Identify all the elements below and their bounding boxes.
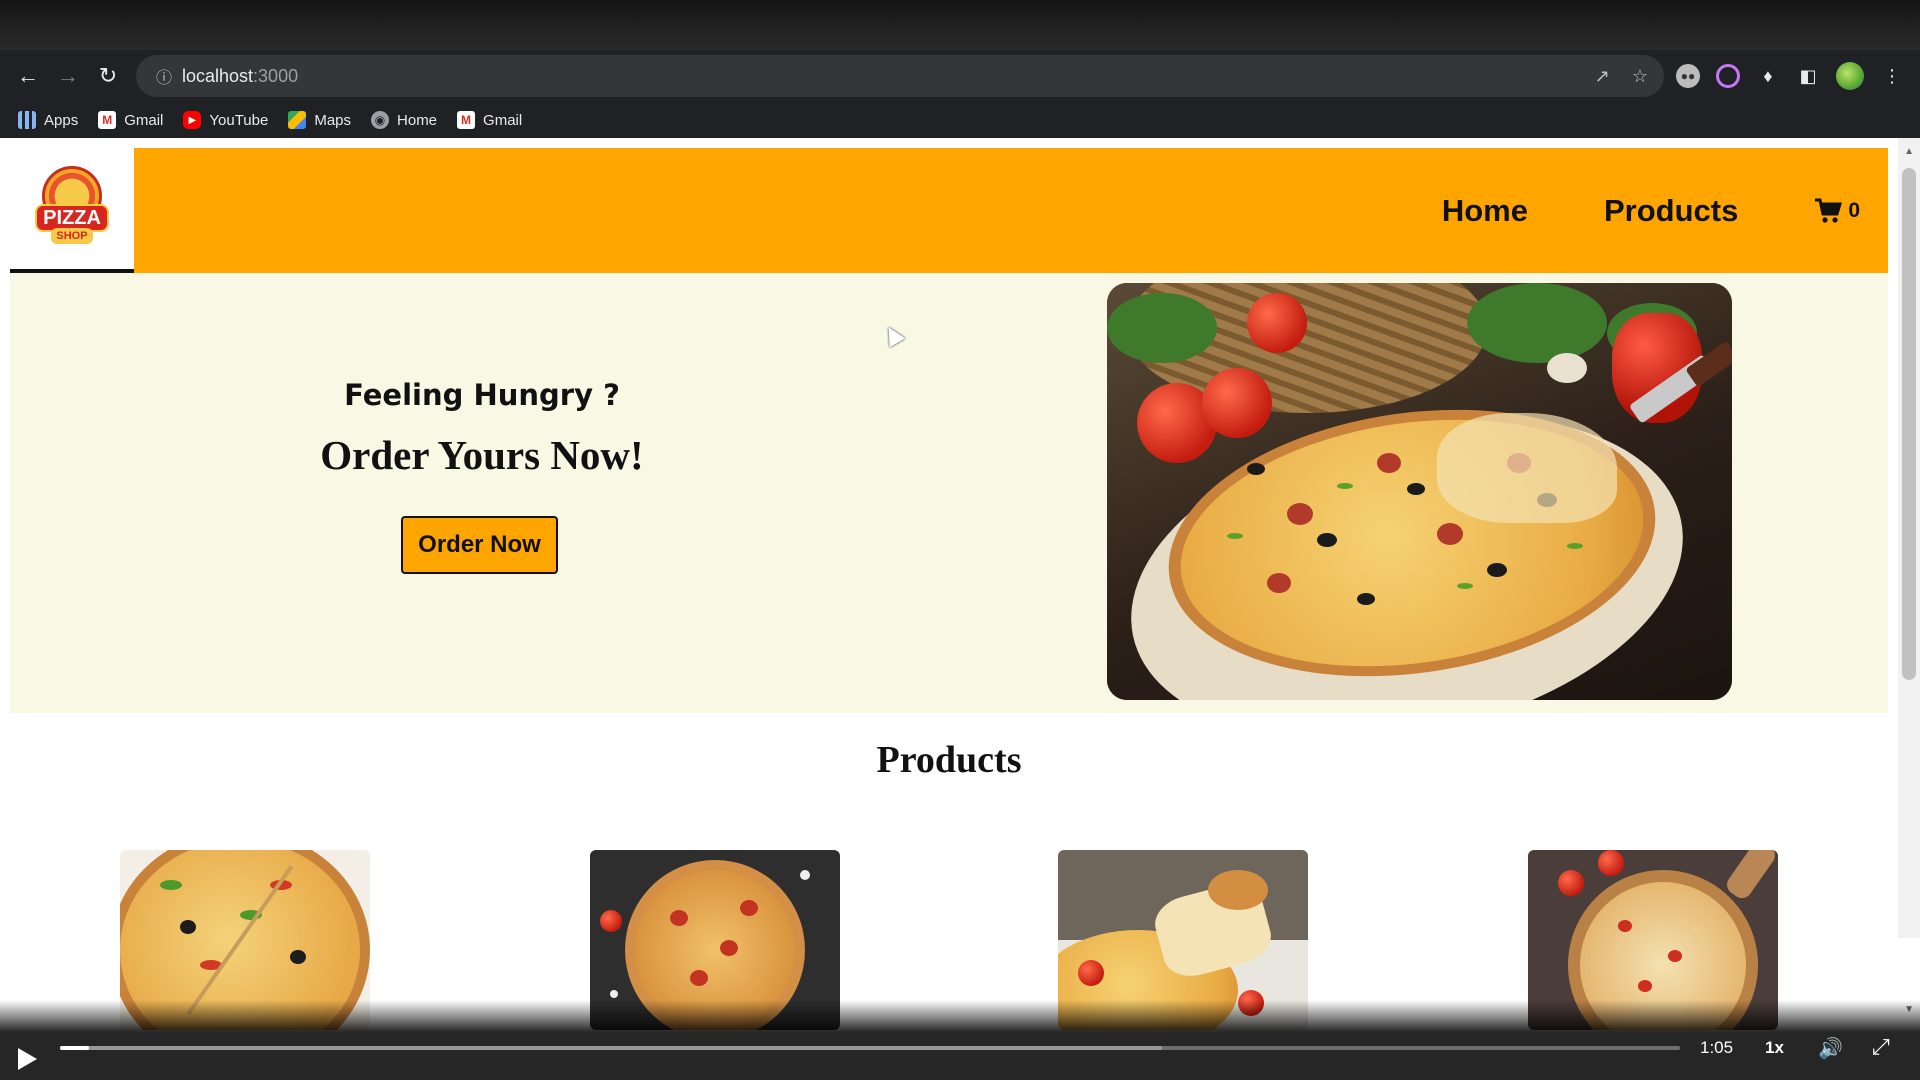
buffered-bar [60, 1046, 1162, 1050]
bookmark-gmail-2[interactable]: M Gmail [457, 111, 522, 129]
bookmark-apps[interactable]: Apps [18, 111, 78, 129]
page-scrollbar-thumb[interactable] [1902, 168, 1916, 680]
bookmark-label: Gmail [483, 111, 523, 129]
bookmarks-bar: Apps M Gmail ▶ YouTube Maps ◉ Home M Gmail [0, 102, 1920, 138]
site-nav: Home Products 0 [1442, 148, 1860, 273]
extensions-puzzle-icon[interactable]: ♦ [1756, 64, 1780, 88]
bookmark-home[interactable]: ◉ Home [371, 111, 437, 129]
side-panel-icon[interactable]: ◧ [1796, 64, 1820, 88]
gmail-icon: M [457, 111, 476, 129]
page-viewport: PIZZA SHOP Home Products 0 Feeling Hungr… [0, 138, 1920, 1080]
video-top-strip [0, 0, 1920, 50]
nav-home[interactable]: Home [1442, 193, 1528, 229]
globe-icon: ◉ [371, 111, 390, 129]
maps-icon [288, 111, 307, 129]
bookmark-gmail[interactable]: M Gmail [98, 111, 163, 129]
progress-fill [60, 1046, 90, 1050]
volume-icon[interactable]: 🔊 [1818, 1036, 1843, 1061]
playback-speed-button[interactable]: 1x [1765, 1038, 1784, 1058]
video-progress-bar[interactable] [60, 1046, 1680, 1050]
exit-fullscreen-icon[interactable]: ⤢ [1872, 1034, 1890, 1060]
cart-button[interactable]: 0 [1814, 198, 1860, 224]
share-icon[interactable]: ↗ [1595, 66, 1610, 87]
screen: ← → ↻ ⓘ localhost:3000 ↗ ☆ ●● ♦ ◧ ⋮ Apps… [0, 0, 1920, 1080]
bookmark-maps[interactable]: Maps [288, 111, 351, 129]
logo-sub: SHOP [51, 227, 93, 244]
address-bar[interactable]: ⓘ localhost:3000 ↗ ☆ [136, 55, 1664, 97]
site-info-icon[interactable]: ⓘ [146, 64, 182, 88]
extension-eyes-icon[interactable]: ●● [1676, 64, 1700, 88]
bookmark-youtube[interactable]: ▶ YouTube [183, 111, 268, 129]
profile-avatar[interactable] [1836, 62, 1864, 90]
menu-kebab-icon[interactable]: ⋮ [1880, 64, 1904, 88]
bookmark-label: Gmail [124, 111, 164, 129]
bookmark-label: Maps [314, 111, 352, 129]
cart-icon [1815, 198, 1843, 223]
extension-ring-icon[interactable] [1716, 64, 1740, 88]
bookmark-label: YouTube [209, 111, 269, 129]
browser-toolbar: ← → ↻ ⓘ localhost:3000 ↗ ☆ ●● ♦ ◧ ⋮ [0, 50, 1920, 102]
site-header: PIZZA SHOP Home Products 0 [10, 148, 1888, 273]
apps-icon [18, 111, 36, 129]
youtube-icon: ▶ [183, 111, 202, 129]
scroll-up-arrow-icon[interactable]: ▲ [1904, 146, 1914, 157]
hero-title: Order Yours Now! [320, 432, 644, 478]
hero-section: Feeling Hungry ? Order Yours Now! Order … [10, 273, 1888, 713]
video-time: 1:05 [1700, 1038, 1734, 1057]
bookmark-label: Home [397, 111, 438, 129]
site-logo[interactable]: PIZZA SHOP [10, 148, 134, 273]
gmail-icon: M [98, 111, 117, 129]
nav-products[interactable]: Products [1604, 193, 1738, 229]
play-icon[interactable] [18, 1048, 37, 1070]
hero-subtitle: Feeling Hungry ? [344, 378, 620, 412]
reload-icon[interactable]: ↻ [88, 56, 128, 96]
hero-pizza-image [1107, 283, 1732, 700]
forward-icon[interactable]: → [48, 56, 88, 96]
cart-count: 0 [1848, 198, 1860, 222]
bookmark-label: Apps [44, 111, 79, 129]
url-text[interactable]: localhost:3000 [182, 66, 298, 87]
video-player-controls: 1:05 1x 🔊 ⤢ [0, 1000, 1920, 1080]
bookmark-star-icon[interactable]: ☆ [1632, 66, 1648, 87]
pizza-logo-icon: PIZZA SHOP [35, 165, 109, 252]
products-heading: Products [876, 739, 1022, 781]
back-icon[interactable]: ← [8, 56, 48, 96]
order-now-button[interactable]: Order Now [401, 516, 558, 574]
